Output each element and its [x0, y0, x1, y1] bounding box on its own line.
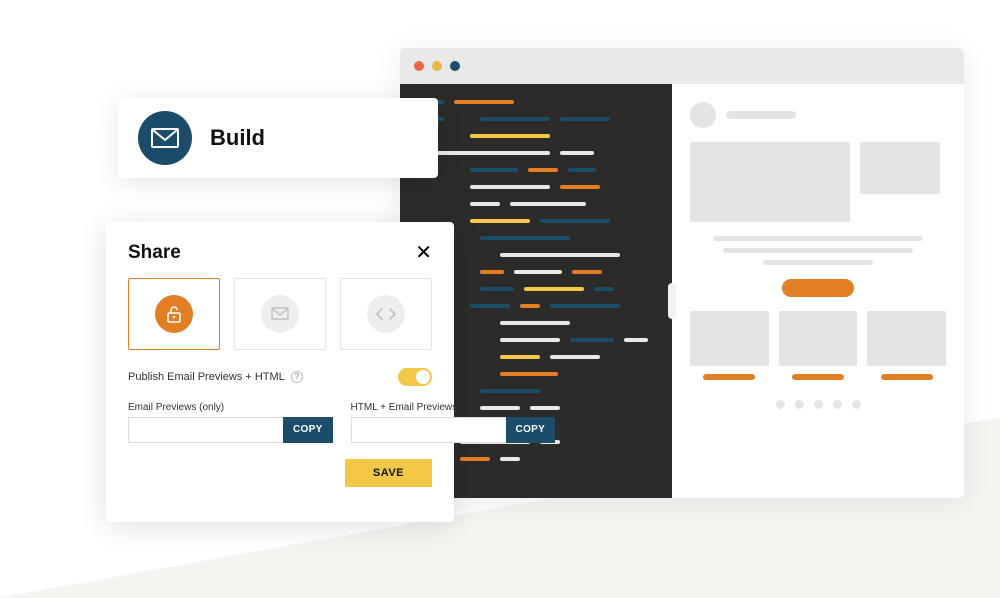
- avatar: [690, 102, 716, 128]
- public-option[interactable]: [128, 278, 220, 350]
- copy-button-b[interactable]: COPY: [506, 417, 556, 443]
- traffic-light-min-icon[interactable]: [432, 61, 442, 71]
- unlock-icon: [155, 295, 193, 333]
- share-title: Share: [128, 242, 181, 264]
- traffic-light-max-icon[interactable]: [450, 61, 460, 71]
- user-name-placeholder: [726, 111, 796, 119]
- preview-grid: [690, 311, 946, 380]
- copy-button-a[interactable]: COPY: [283, 417, 333, 443]
- code-icon: [367, 295, 405, 333]
- preview-pane: [672, 84, 964, 498]
- field-b-input[interactable]: [351, 417, 506, 443]
- preview-cta-button: [782, 279, 854, 297]
- field-a-label: Email Previews (only): [128, 402, 333, 413]
- code-option[interactable]: [340, 278, 432, 350]
- email-option[interactable]: [234, 278, 326, 350]
- preview-text-block: [690, 236, 946, 265]
- build-card[interactable]: Build: [118, 98, 438, 178]
- share-card: Share ✕: [106, 222, 454, 522]
- share-option-row: [128, 278, 432, 350]
- window-chrome: [400, 48, 964, 84]
- preview-pagination-dots: [690, 400, 946, 409]
- field-b-label: HTML + Email Previews: [351, 402, 556, 413]
- field-a-input[interactable]: [128, 417, 283, 443]
- hero-side-image: [860, 142, 940, 194]
- publish-label: Publish Email Previews + HTML: [128, 371, 285, 383]
- publish-toggle[interactable]: [398, 368, 432, 386]
- preview-hero-row: [690, 142, 946, 222]
- close-icon[interactable]: ✕: [415, 243, 432, 263]
- pane-resize-handle[interactable]: [668, 283, 676, 319]
- envelope-icon: [261, 295, 299, 333]
- build-label: Build: [210, 125, 265, 151]
- traffic-light-close-icon[interactable]: [414, 61, 424, 71]
- hero-image: [690, 142, 850, 222]
- info-icon[interactable]: ?: [291, 371, 303, 383]
- save-button[interactable]: SAVE: [345, 459, 432, 487]
- envelope-icon: [138, 111, 192, 165]
- preview-user-row: [690, 102, 946, 128]
